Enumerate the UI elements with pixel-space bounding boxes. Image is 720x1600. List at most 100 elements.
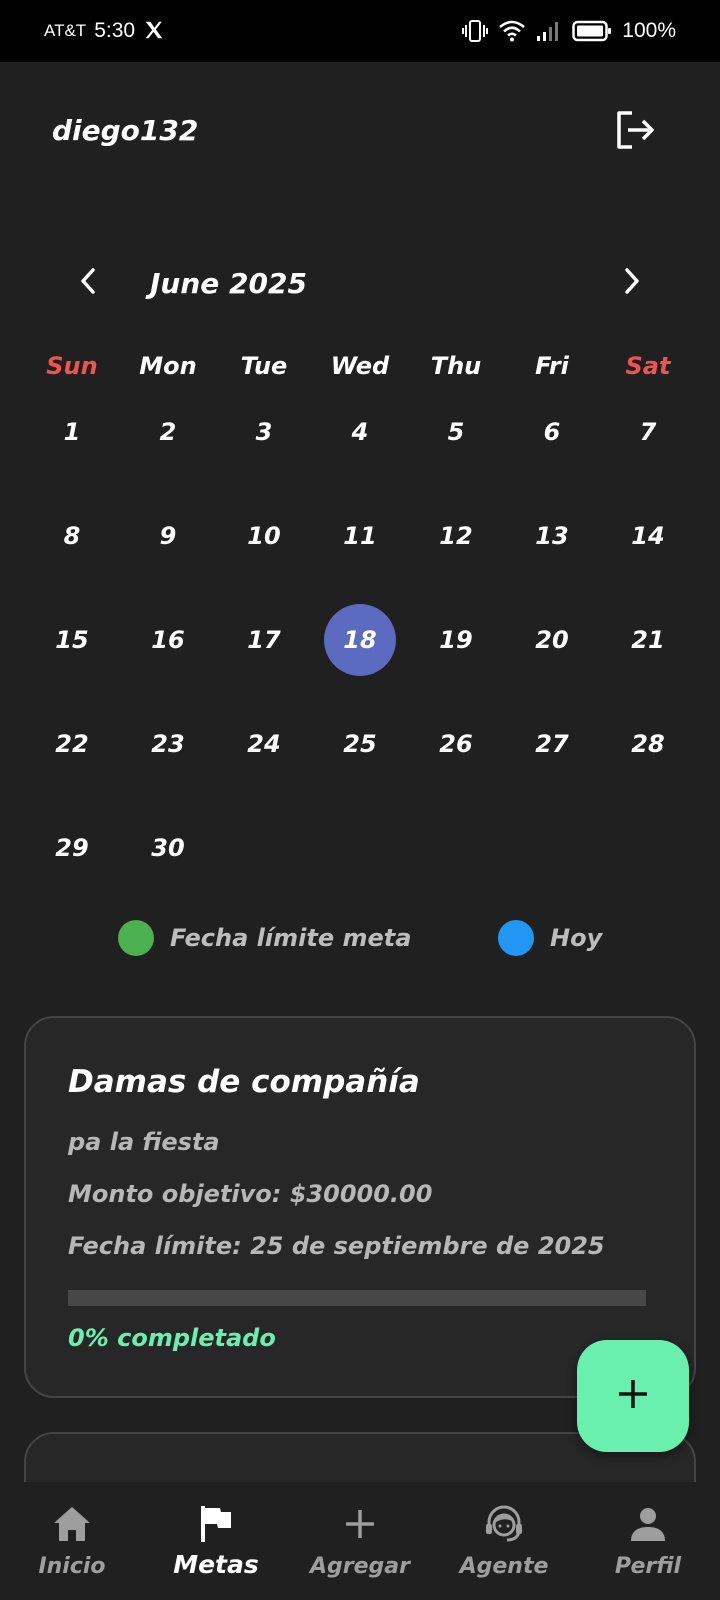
calendar-day-number: 6 <box>543 418 561 446</box>
home-icon <box>50 1502 94 1546</box>
calendar-day-number: 22 <box>55 730 89 758</box>
calendar-day[interactable]: 22 <box>24 692 120 796</box>
calendar-day[interactable]: 21 <box>600 588 696 692</box>
next-month-button[interactable] <box>614 261 650 305</box>
calendar-day[interactable]: 3 <box>216 380 312 484</box>
legend-today-label: Hoy <box>550 924 603 952</box>
logout-button[interactable] <box>614 110 662 156</box>
calendar-day-number: 23 <box>151 730 185 758</box>
calendar-day-number: 28 <box>631 730 665 758</box>
calendar-day[interactable]: 13 <box>504 484 600 588</box>
calendar-day-number: 17 <box>247 626 281 654</box>
calendar-day-number: 16 <box>151 626 185 654</box>
calendar-day-number: 26 <box>439 730 473 758</box>
nav-metas[interactable]: Metas <box>144 1482 288 1600</box>
calendar-day[interactable]: 17 <box>216 588 312 692</box>
goal-target-amount: Monto objetivo: $30000.00 <box>68 1180 433 1208</box>
logout-icon <box>614 111 658 154</box>
battery-percent: 100% <box>622 19 676 42</box>
nav-inicio[interactable]: Inicio <box>0 1482 144 1600</box>
calendar-day[interactable]: 10 <box>216 484 312 588</box>
goal-deadline-dot <box>118 920 154 956</box>
calendar-day[interactable]: 19 <box>408 588 504 692</box>
nav-agente-label: Agente <box>459 1554 549 1579</box>
calendar-day[interactable]: 1 <box>24 380 120 484</box>
status-left: AT&T 5:30 <box>44 19 167 43</box>
calendar-day-number: 30 <box>151 834 185 862</box>
calendar-day[interactable]: 29 <box>24 796 120 900</box>
month-title: June 2025 <box>150 267 307 300</box>
calendar-day[interactable]: 26 <box>408 692 504 796</box>
prev-month-button[interactable] <box>70 261 106 305</box>
goal-title: Damas de compañía <box>68 1064 420 1100</box>
calendar-day-number: 14 <box>631 522 665 550</box>
wifi-icon <box>498 19 526 43</box>
calendar-day[interactable]: 6 <box>504 380 600 484</box>
nav-perfil-label: Perfil <box>614 1554 682 1579</box>
calendar-day[interactable]: 5 <box>408 380 504 484</box>
x-app-icon <box>143 19 167 43</box>
calendar-day-number: 11 <box>343 522 377 550</box>
calendar-day-selected[interactable]: 18 <box>312 588 408 692</box>
calendar-day-number: 10 <box>247 522 281 550</box>
calendar-day-number: 12 <box>439 522 473 550</box>
bottom-navigation: Inicio Metas Agregar Agente Perfil <box>0 1482 720 1600</box>
calendar-day[interactable]: 28 <box>600 692 696 796</box>
calendar-day-number: 20 <box>535 626 569 654</box>
month-navigation: June 2025 <box>0 255 720 315</box>
nav-metas-label: Metas <box>173 1550 259 1579</box>
app-header: diego132 <box>0 62 720 207</box>
calendar-day-number: 24 <box>247 730 281 758</box>
calendar-day[interactable]: 25 <box>312 692 408 796</box>
battery-icon <box>572 20 612 42</box>
calendar-day[interactable]: 27 <box>504 692 600 796</box>
nav-agregar[interactable]: Agregar <box>288 1482 432 1600</box>
add-goal-fab[interactable] <box>577 1340 689 1452</box>
headset-icon <box>482 1502 526 1546</box>
signal-icon <box>536 20 562 42</box>
calendar-day[interactable]: 20 <box>504 588 600 692</box>
calendar-day[interactable]: 11 <box>312 484 408 588</box>
person-icon <box>626 1502 670 1546</box>
goal-progress-bar <box>68 1290 646 1306</box>
carrier-label: AT&T <box>44 21 87 40</box>
vibrate-icon <box>462 19 489 43</box>
calendar-day-number: 29 <box>55 834 89 862</box>
calendar-day-number: 5 <box>447 418 465 446</box>
calendar-day[interactable]: 24 <box>216 692 312 796</box>
calendar-day[interactable]: 15 <box>24 588 120 692</box>
calendar-day-number: 18 <box>324 604 396 676</box>
calendar-day-number: 8 <box>63 522 81 550</box>
calendar-day-number: 3 <box>255 418 273 446</box>
calendar-day[interactable]: 9 <box>120 484 216 588</box>
calendar-day-number: 25 <box>343 730 377 758</box>
flag-icon <box>194 1502 238 1546</box>
calendar-day-number: 13 <box>535 522 569 550</box>
calendar-day[interactable]: 2 <box>120 380 216 484</box>
calendar-day[interactable]: 4 <box>312 380 408 484</box>
calendar-day[interactable]: 16 <box>120 588 216 692</box>
calendar-day-number: 21 <box>631 626 665 654</box>
chevron-left-icon <box>78 267 98 299</box>
goal-description: pa la fiesta <box>68 1128 220 1156</box>
calendar-day-number: 9 <box>159 522 177 550</box>
nav-agente[interactable]: Agente <box>432 1482 576 1600</box>
clock: 5:30 <box>94 19 136 42</box>
calendar-day[interactable]: 12 <box>408 484 504 588</box>
nav-perfil[interactable]: Perfil <box>576 1482 720 1600</box>
legend-goal-deadline: Fecha límite meta <box>118 920 411 956</box>
calendar-day-number: 19 <box>439 626 473 654</box>
goal-card[interactable]: Damas de compañía pa la fiesta Monto obj… <box>24 1016 696 1398</box>
calendar-day[interactable]: 30 <box>120 796 216 900</box>
username: diego132 <box>52 114 199 147</box>
calendar-day[interactable]: 7 <box>600 380 696 484</box>
calendar-day[interactable]: 8 <box>24 484 120 588</box>
legend-today: Hoy <box>498 920 602 956</box>
calendar-day-number: 1 <box>63 418 81 446</box>
calendar-day-number: 2 <box>159 418 177 446</box>
calendar-day-number: 4 <box>351 418 369 446</box>
goal-progress-label: 0% completado <box>68 1324 276 1352</box>
calendar-day[interactable]: 23 <box>120 692 216 796</box>
calendar-day[interactable]: 14 <box>600 484 696 588</box>
nav-agregar-label: Agregar <box>310 1554 410 1579</box>
